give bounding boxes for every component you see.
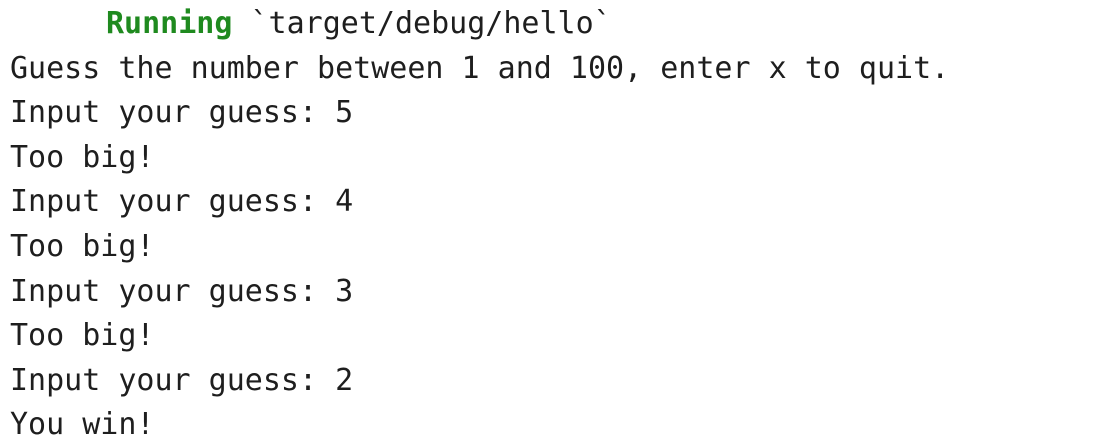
output-line-guess-2: Input your guess: 4 <box>10 184 354 220</box>
output-line-feedback-2: Too big! <box>10 228 155 264</box>
executable-path: `target/debug/hello` <box>250 6 612 41</box>
output-line-guess-3: Input your guess: 3 <box>10 273 354 309</box>
cargo-status-line: Running `target/debug/hello` <box>10 2 1094 47</box>
output-line-guess-1: Input your guess: 5 <box>10 95 354 131</box>
running-status-word: Running <box>106 6 233 41</box>
output-line-feedback-1: Too big! <box>10 139 155 175</box>
output-line-feedback-3: Too big! <box>10 318 155 354</box>
output-line-guess-4: Input your guess: 2 <box>10 362 354 398</box>
output-line-result: You win! <box>10 407 155 443</box>
output-line-prompt-intro: Guess the number between 1 and 100, ente… <box>10 50 950 86</box>
terminal-output: Running `target/debug/hello` Guess the n… <box>0 0 1094 445</box>
